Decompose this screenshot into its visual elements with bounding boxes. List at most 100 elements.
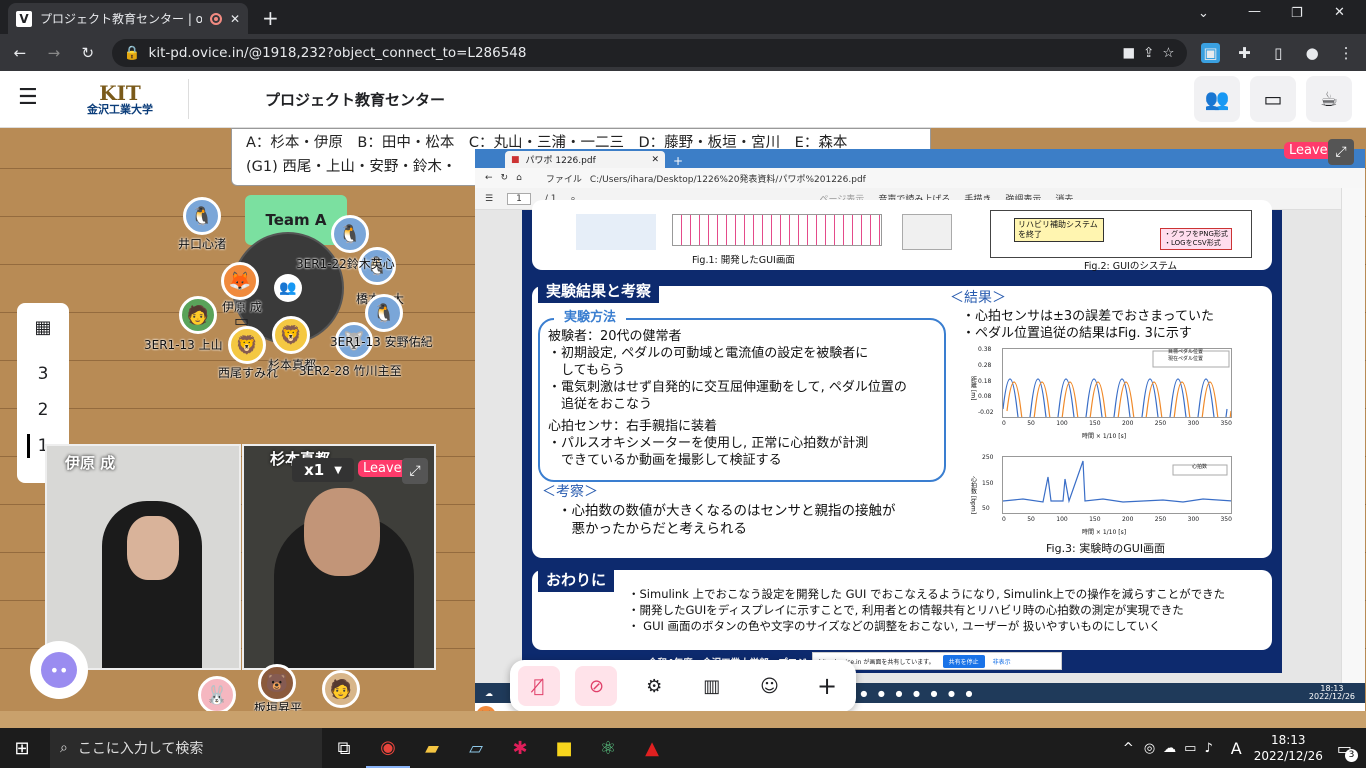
chevron-up-icon[interactable]: ^ — [1123, 741, 1134, 756]
settings-button[interactable]: ⚙ — [633, 666, 675, 706]
camera-tile[interactable]: 杉本真都 x1▼ Leave ⤢ — [242, 444, 436, 670]
ytick: -0.02 — [978, 409, 994, 416]
tray-icons[interactable]: ◎☁▭♪ — [1144, 741, 1221, 756]
acrobat-taskbar-button[interactable]: ▲ — [630, 728, 674, 768]
avatar[interactable]: 🐧 — [365, 294, 403, 332]
close-icon[interactable]: ✕ — [651, 155, 659, 165]
app-taskbar-button[interactable]: ▱ — [454, 728, 498, 768]
sidepanel-icon[interactable]: ▯ — [1268, 43, 1288, 63]
break-button[interactable]: ☕ — [1306, 76, 1352, 122]
minimize-icon[interactable]: — — [1248, 4, 1261, 19]
share-leave-button[interactable]: Leave — [1284, 142, 1333, 159]
browser-toolbar: ← → ↻ 🔒 kit-pd.ovice.in/@1918,232?object… — [0, 34, 1366, 71]
xtick: 0 — [1002, 420, 1006, 427]
avatar[interactable]: 🐻 — [258, 664, 296, 702]
notification-button[interactable]: ▭ 3 — [1337, 739, 1358, 762]
add-button[interactable]: + — [806, 666, 848, 706]
puzzle-icon[interactable]: ✚ — [1234, 43, 1254, 63]
camera-toggle-button[interactable]: ⊘ — [575, 666, 618, 706]
task-view-icon: ⧉ — [337, 737, 351, 759]
xtick: 250 — [1154, 516, 1167, 523]
close-window-icon[interactable]: ✕ — [1334, 5, 1345, 20]
reaction-button[interactable]: ☺ — [748, 666, 790, 706]
chrome-taskbar-button[interactable]: ◉ — [366, 728, 410, 768]
edge-address-bar[interactable]: ← ↻ ⌂ ファイル C:/Users/ihara/Desktop/1226%2… — [475, 168, 1365, 188]
new-tab-icon[interactable]: + — [673, 154, 683, 168]
hide-button[interactable]: 非表示 — [993, 657, 1011, 666]
graph2-ylabel: 心拍数 [bpm] — [969, 476, 977, 515]
page-input[interactable]: 1 — [507, 192, 531, 205]
assistant-button[interactable]: •• — [30, 641, 88, 699]
expand-icon[interactable]: ⤢ — [402, 458, 428, 484]
map-button[interactable]: ▥ — [691, 666, 733, 706]
home-icon[interactable]: ⌂ — [516, 173, 522, 183]
share-expand-icon[interactable]: ⤢ — [1328, 139, 1354, 165]
avatar-label: 3ER1-13 安野佑紀 — [330, 335, 433, 349]
kit-logo: KIT 金沢工業大学 — [70, 82, 170, 116]
contents-icon[interactable]: ☰ — [485, 194, 493, 204]
slack-taskbar-button[interactable]: ✱ — [498, 728, 542, 768]
group-icon: 👥 — [274, 274, 302, 302]
avatar[interactable]: 🧑 — [179, 296, 217, 334]
ime-indicator[interactable]: A — [1231, 739, 1242, 758]
menu-dots-icon[interactable]: ⋮ — [1336, 43, 1356, 63]
avatar[interactable]: 🧑 — [322, 670, 360, 708]
chevron-down-icon: ▼ — [334, 464, 342, 476]
hamburger-menu-icon[interactable]: ☰ — [18, 85, 38, 110]
share-icon[interactable]: ⇪ — [1143, 45, 1154, 61]
xtick: 50 — [1027, 516, 1035, 523]
reload-icon[interactable]: ↻ — [78, 43, 98, 63]
start-button[interactable]: ⊞ — [0, 728, 44, 768]
xtick: 0 — [1002, 516, 1006, 523]
bookmark-star-icon[interactable]: ☆ — [1162, 45, 1174, 61]
results-panel: ＜結果＞ ・心拍センサは±3の誤差でおさまっていた ・ペダル位置追従の結果はFi… — [532, 286, 1272, 558]
floor-item[interactable]: 2 — [38, 398, 49, 422]
address-bar[interactable]: 🔒 kit-pd.ovice.in/@1918,232?object_conne… — [111, 38, 1187, 67]
reload-icon[interactable]: ↻ — [501, 173, 509, 183]
explorer-taskbar-button[interactable]: ▰ — [410, 728, 454, 768]
avatar[interactable]: 🐧 — [331, 215, 369, 253]
members-button[interactable]: 👥 — [1194, 76, 1240, 122]
notes-icon: ▱ — [469, 737, 483, 759]
camera-name: 伊原 成 — [65, 454, 116, 472]
graph2-legend: 心拍数 — [1192, 464, 1208, 470]
tab-search-icon[interactable]: ⌄ — [1198, 6, 1209, 21]
floor-item[interactable]: 3 — [38, 362, 49, 386]
stop-share-button[interactable]: 共有を停止 — [942, 654, 985, 668]
avatar[interactable]: 🐰 — [198, 676, 236, 714]
avatar[interactable]: 🐧 — [183, 197, 221, 235]
avatar[interactable]: 🦊 — [221, 262, 259, 300]
taskbar-search[interactable]: ⌕ ここに入力して検索 — [50, 728, 322, 768]
shared-screen[interactable]: ■ パワポ 1226.pdf ✕ + ← ↻ ⌂ ファイル C:/Users/i… — [475, 149, 1365, 711]
result-line: ・心拍センサは±3の誤差でおさまっていた — [962, 309, 1214, 324]
map-icon: ▥ — [703, 675, 721, 697]
ytick: 0.18 — [978, 377, 992, 385]
profile-icon[interactable]: ● — [1302, 43, 1322, 63]
zoom-select[interactable]: x1 ▼ — [292, 458, 354, 482]
back-icon[interactable]: ← — [485, 173, 493, 183]
task-view-button[interactable]: ⧉ — [322, 728, 366, 768]
camera-icon[interactable]: ■ — [1122, 45, 1135, 61]
new-tab-icon[interactable]: + — [262, 6, 279, 30]
forward-icon[interactable]: → — [44, 43, 64, 63]
method-line: してもらう — [548, 363, 625, 378]
chat-button[interactable]: ▭ — [1250, 76, 1296, 122]
building-icon[interactable]: ▦ — [34, 317, 51, 338]
restore-icon[interactable]: ❐ — [1291, 6, 1303, 21]
camera-tile[interactable]: 伊原 成 — [45, 444, 241, 670]
extension-icon[interactable]: ▣ — [1200, 42, 1221, 63]
browser-tab[interactable]: V プロジェクト教育センター | oVice ✕ — [8, 3, 248, 34]
taskbar-clock[interactable]: 18:13 2022/12/26 — [1254, 732, 1323, 764]
leave-button[interactable]: Leave — [358, 460, 407, 477]
atom-taskbar-button[interactable]: ⚛ — [586, 728, 630, 768]
edge-tab[interactable]: ■ パワポ 1226.pdf ✕ — [505, 151, 665, 168]
ytick: 150 — [982, 479, 994, 487]
sticky-notes-taskbar-button[interactable]: ■ — [542, 728, 586, 768]
mic-toggle-button[interactable]: 🎙̸ — [517, 666, 560, 706]
address-text: C:/Users/ihara/Desktop/1226%20発表資料/パワポ%2… — [589, 174, 866, 185]
close-tab-icon[interactable]: ✕ — [230, 12, 240, 26]
avatar[interactable]: 🦁 — [228, 326, 266, 364]
space-title: プロジェクト教育センター — [265, 90, 446, 109]
avatar[interactable]: 🦁 — [272, 316, 310, 354]
back-icon[interactable]: ← — [10, 43, 30, 63]
